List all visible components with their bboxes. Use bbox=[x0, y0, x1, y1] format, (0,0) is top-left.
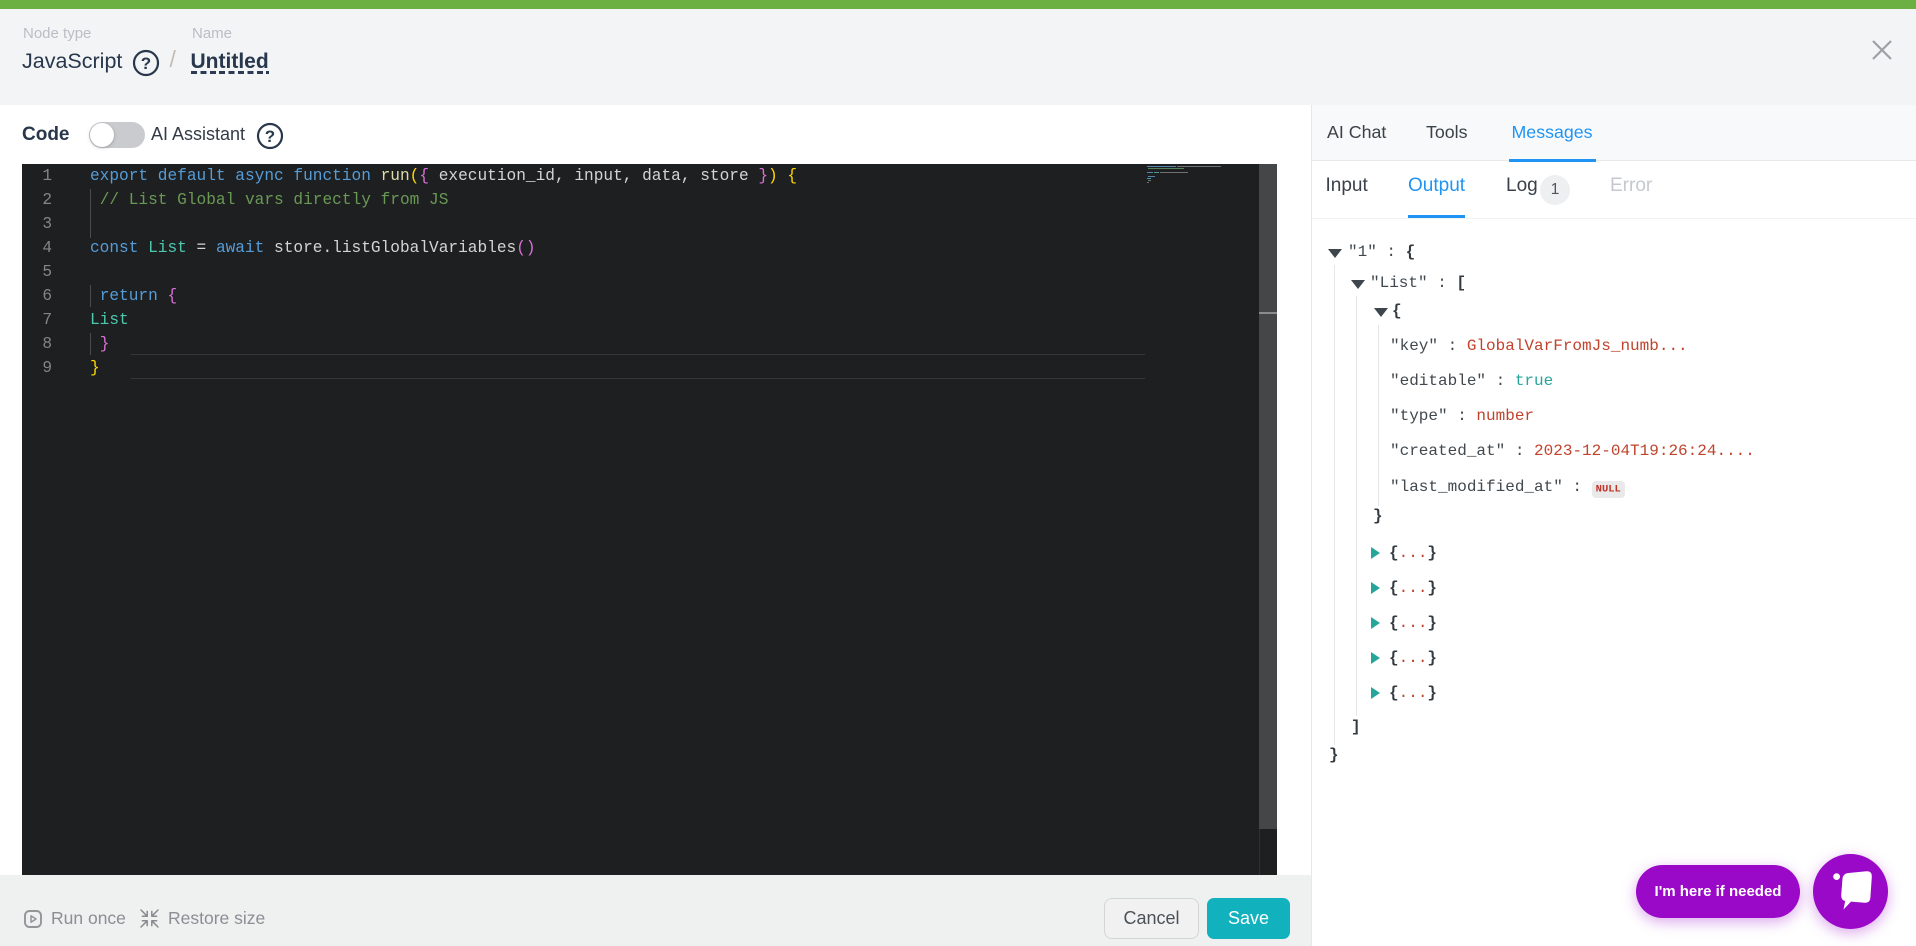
svg-text:?: ? bbox=[265, 127, 275, 146]
svg-text:?: ? bbox=[140, 54, 150, 73]
